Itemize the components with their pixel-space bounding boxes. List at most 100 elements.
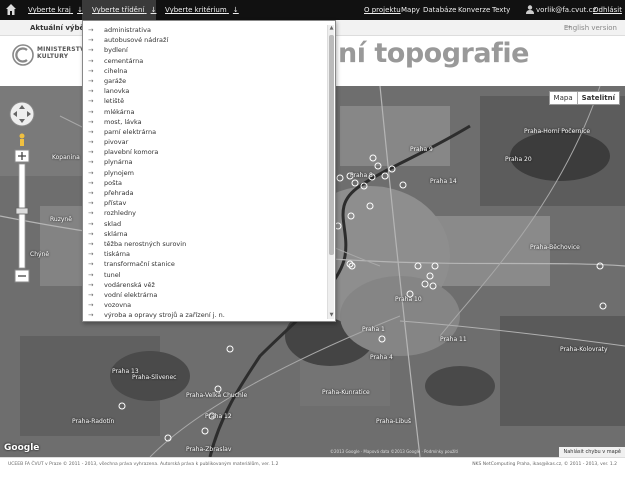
user-email[interactable]: vorlik@fa.cvut.cz	[536, 6, 596, 14]
dropdown-option[interactable]: → sklad	[83, 219, 328, 229]
right-arrow-icon: →	[88, 280, 94, 289]
option-label: sklárna	[104, 229, 128, 238]
option-label: plavební komora	[104, 148, 159, 157]
right-arrow-icon: →	[88, 46, 94, 55]
english-version-link[interactable]: English version	[564, 24, 617, 32]
right-arrow-icon: →	[88, 66, 94, 75]
dropdown-option[interactable]: → těžba nerostných surovin	[83, 239, 328, 249]
option-label: cihelna	[104, 66, 128, 75]
option-label: letiště	[104, 97, 125, 106]
dropdown-option[interactable]: → letiště	[83, 96, 328, 106]
dropdown-option[interactable]: → bydlení	[83, 45, 328, 55]
footer-copyright-right: NKS NetComputing Praha, ikas@ikas.cz, © …	[472, 462, 617, 467]
pan-control[interactable]	[9, 101, 35, 127]
option-label: plynojem	[104, 168, 135, 177]
zoom-slider[interactable]	[15, 163, 29, 269]
dropdown-option[interactable]: → mlékárna	[83, 107, 328, 117]
option-label: lanovka	[104, 87, 130, 96]
right-arrow-icon: →	[88, 209, 94, 218]
map-place-label: Praha-Horní Počernice	[524, 128, 591, 135]
right-arrow-icon: →	[88, 148, 94, 157]
option-label: pošta	[104, 178, 123, 187]
dropdown-option[interactable]: → garáže	[83, 76, 328, 86]
map-place-label: Praha 4	[370, 354, 393, 361]
nav-select-criterion[interactable]: Vyberte kritérium ↓	[165, 6, 239, 14]
scroll-down-icon[interactable]: ▼	[328, 312, 335, 319]
right-arrow-icon: →	[88, 270, 94, 279]
dropdown-option[interactable]: → lanovka	[83, 86, 328, 96]
street-view-pegman-icon[interactable]	[19, 133, 25, 147]
map-copyright: ©2013 Google · Mapová data ©2013 Google …	[330, 449, 459, 454]
dropdown-scrollbar[interactable]: ▲ ▼	[327, 25, 334, 319]
right-arrow-icon: →	[88, 219, 94, 228]
dropdown-option[interactable]: → plynárna	[83, 157, 328, 167]
dropdown-option[interactable]: → transformační stanice	[83, 259, 328, 269]
dropdown-option[interactable]: → tiskárna	[83, 249, 328, 259]
option-label: sklad	[104, 219, 122, 228]
option-label: autobusové nádraží	[104, 36, 169, 45]
nav-select-criterion-label: Vyberte kritérium	[165, 6, 227, 14]
right-arrow-icon: →	[88, 117, 94, 126]
dropdown-option[interactable]: → plavební komora	[83, 147, 328, 157]
dropdown-option[interactable]: → rozhledny	[83, 208, 328, 218]
dropdown-option[interactable]: → autobusové nádraží	[83, 35, 328, 45]
nav-select-region[interactable]: Vyberte kraj ↓	[28, 6, 83, 14]
map-type-map-button[interactable]: Mapa	[550, 92, 577, 104]
option-label: plynárna	[104, 158, 133, 167]
dropdown-option[interactable]: → sklárna	[83, 229, 328, 239]
link-texts[interactable]: Texty	[492, 6, 510, 14]
report-map-error-link[interactable]: Nahlásit chybu v mapě	[559, 447, 625, 457]
dropdown-option[interactable]: → vozovna	[83, 300, 328, 310]
map-place-label: Praha 1	[362, 326, 385, 333]
right-arrow-icon: →	[88, 76, 94, 85]
dropdown-option[interactable]: → přehrada	[83, 188, 328, 198]
map-place-label: Praha 9	[410, 146, 433, 153]
option-label: cementárna	[104, 56, 144, 65]
dropdown-option[interactable]: → vodárenská věž	[83, 280, 328, 290]
dropdown-option[interactable]: → pošta	[83, 178, 328, 188]
map-place-label: Praha 14	[430, 178, 457, 185]
dropdown-option[interactable]: → cementárna	[83, 56, 328, 66]
option-label: pivovar	[104, 138, 129, 147]
dropdown-option[interactable]: → pivovar	[83, 137, 328, 147]
zoom-in-button[interactable]	[14, 149, 30, 163]
user-icon	[526, 5, 534, 14]
dropdown-option[interactable]: → cihelna	[83, 66, 328, 76]
dropdown-option[interactable]: → tunel	[83, 270, 328, 280]
map-place-label: Praha-Zbraslav	[186, 446, 232, 453]
page-footer: UCEEB FA ČVUT v Praze © 2011 - 2013, vše…	[0, 457, 625, 494]
right-arrow-icon: →	[88, 87, 94, 96]
dropdown-option[interactable]: → výroba a opravy strojů a zařízení j. n.	[83, 310, 328, 320]
option-label: tiskárna	[104, 250, 131, 259]
map-place-label: Praha 12	[205, 413, 232, 420]
right-arrow-icon: →	[88, 250, 94, 259]
nav-select-region-label: Vyberte kraj	[28, 6, 71, 14]
option-label: vozovna	[104, 301, 132, 310]
dropdown-option[interactable]: → parní elektrárna	[83, 127, 328, 137]
link-maps[interactable]: Mapy	[401, 6, 420, 14]
map-type-satellite-button[interactable]: Satelitní	[576, 92, 619, 104]
home-icon[interactable]	[6, 4, 16, 15]
scroll-thumb[interactable]	[329, 35, 334, 255]
link-about-project[interactable]: O projektu	[364, 6, 401, 14]
nav-select-sorting[interactable]: Vyberte třídění ↓	[92, 6, 156, 14]
right-arrow-icon: →	[88, 56, 94, 65]
ministry-logo-icon	[12, 44, 34, 66]
scroll-up-icon[interactable]: ▲	[328, 25, 335, 32]
dropdown-option[interactable]: → vodní elektrárna	[83, 290, 328, 300]
map-place-label: Praha-Libuš	[376, 418, 412, 425]
page-title: ní topografie	[338, 38, 529, 69]
zoom-out-button[interactable]	[14, 269, 30, 283]
link-database[interactable]: Databáze	[423, 6, 456, 14]
dropdown-option[interactable]: → administrativa	[83, 25, 328, 35]
map-place-label: Praha-Velká Chuchle	[186, 392, 248, 399]
logout-link[interactable]: Odhlásit	[593, 6, 622, 14]
dropdown-option[interactable]: → přístav	[83, 198, 328, 208]
right-arrow-icon: →	[88, 199, 94, 208]
dropdown-option[interactable]: → most, lávka	[83, 117, 328, 127]
link-conversion[interactable]: Konverze	[458, 6, 490, 14]
map-place-label: Praha 13	[112, 368, 139, 375]
nav-select-sorting-label: Vyberte třídění	[92, 6, 145, 14]
dropdown-option[interactable]: → plynojem	[83, 168, 328, 178]
down-arrow-icon: ↓	[232, 6, 239, 14]
